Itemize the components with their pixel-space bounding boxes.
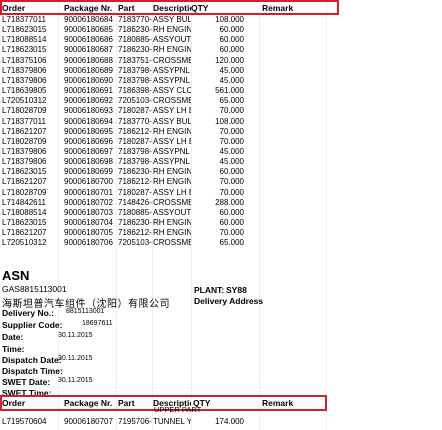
delivery-address-label: Delivery Address — [194, 296, 264, 306]
supplier-code-value: 18697611 — [82, 320, 113, 327]
delivery-no-label: Delivery No.: — [2, 308, 54, 318]
plant-label: PLANT: — [194, 285, 225, 295]
asn-number: GAS8815113001 — [2, 284, 67, 294]
dispatch-date-label: Dispatch Date: — [2, 355, 62, 365]
spreadsheet: Order Package Nr. Part Descriptio QTY Re… — [0, 0, 442, 430]
cell-part: 7205103-1 — [118, 238, 152, 248]
cell-package: 90006180706 — [64, 238, 113, 248]
cell-description: CROSSME — [153, 238, 191, 248]
table-row: L719570604 90006180707 7195706-0 TUNNEL … — [0, 416, 442, 428]
table-row: L720510312 90006180706 7205103-1CROSSME 65.… — [0, 237, 442, 249]
supplier-code-label: Supplier Code: — [2, 320, 63, 330]
header-highlight-box — [0, 0, 339, 15]
cell-part: 7195706-0 — [118, 417, 152, 426]
swet-date-value: 30.11.2015 — [58, 377, 93, 384]
plant-value: SY88 — [226, 285, 247, 295]
date-label: Date: — [2, 332, 24, 342]
cell-package: 90006180707 — [64, 417, 113, 426]
delivery-no-value: 8815113001 — [66, 308, 105, 315]
cell-qty: 174.000 — [215, 417, 244, 426]
cell-order: L720510312 — [2, 238, 47, 248]
cell-qty: 65.000 — [219, 238, 244, 248]
time-label: Time: — [2, 344, 25, 354]
swet-date-label: SWET Date: — [2, 377, 51, 387]
date-value: 30.11.2015 — [58, 332, 93, 339]
description-overflow-text: UPPER PART — [154, 405, 202, 414]
asn-title: ASN — [2, 268, 30, 283]
cell-order: L719570604 — [2, 417, 47, 426]
dispatch-time-label: Dispatch Time: — [2, 366, 63, 376]
cell-description: TUNNEL Y — [153, 417, 191, 426]
dispatch-date-value: 30.11.2015 — [58, 355, 93, 362]
